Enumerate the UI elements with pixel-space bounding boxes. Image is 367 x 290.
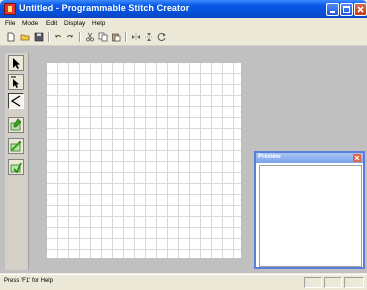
- menu-help[interactable]: Help: [92, 20, 105, 27]
- app-icon[interactable]: [4, 3, 16, 15]
- select-arrow-tool[interactable]: [8, 55, 24, 71]
- edit-tool-2-icon: [10, 140, 22, 152]
- menu-mode[interactable]: Mode: [22, 20, 38, 27]
- toolbar-separator: [48, 32, 50, 42]
- menu-bar: File Mode Edit Display Help: [0, 18, 367, 29]
- menu-file[interactable]: File: [5, 20, 15, 27]
- edit-tool-1-icon: [10, 118, 22, 131]
- edit-tool-3-icon: [10, 162, 22, 174]
- minimize-button[interactable]: [326, 3, 339, 16]
- copy-icon[interactable]: [98, 32, 108, 42]
- open-folder-icon[interactable]: [20, 32, 30, 42]
- menu-edit[interactable]: Edit: [46, 20, 57, 27]
- point-arrow-icon: [11, 76, 19, 88]
- edit-tool-2[interactable]: [8, 138, 24, 154]
- status-pane-3: [344, 277, 364, 288]
- window-title: Untitled - Programmable Stitch Creator: [19, 3, 190, 13]
- status-text: Press 'F1' for Help: [4, 278, 53, 284]
- close-icon: [354, 155, 360, 161]
- status-pane-1: [304, 277, 322, 288]
- preview-pane: [259, 165, 362, 267]
- status-pane-2: [324, 277, 342, 288]
- rotate-icon[interactable]: [157, 32, 167, 42]
- flip-horizontal-icon[interactable]: [131, 32, 141, 42]
- toolbar-separator: [125, 32, 127, 42]
- preview-close-button[interactable]: [353, 154, 361, 162]
- stitch-grid-canvas[interactable]: [47, 63, 241, 258]
- flip-vertical-icon[interactable]: [144, 32, 154, 42]
- save-icon[interactable]: [34, 32, 44, 42]
- preview-title-bar[interactable]: Preview: [256, 153, 363, 163]
- undo-icon[interactable]: [53, 32, 63, 42]
- new-file-icon[interactable]: [6, 32, 16, 42]
- zigzag-line-icon: [10, 95, 21, 107]
- toolbar-separator: [79, 32, 81, 42]
- edit-tool-3[interactable]: [8, 159, 24, 175]
- cut-icon[interactable]: [85, 32, 95, 42]
- menu-display[interactable]: Display: [64, 20, 85, 27]
- redo-icon[interactable]: [65, 32, 75, 42]
- app-window: Untitled - Programmable Stitch Creator F…: [0, 0, 367, 290]
- select-arrow-icon: [13, 58, 20, 69]
- toolbar: [0, 29, 367, 46]
- title-bar[interactable]: Untitled - Programmable Stitch Creator: [0, 0, 367, 18]
- status-bar: Press 'F1' for Help: [0, 274, 367, 290]
- maximize-button[interactable]: [340, 3, 353, 16]
- edit-tool-1[interactable]: [8, 117, 24, 133]
- point-arrow-tool[interactable]: [8, 74, 24, 90]
- preview-window: Preview: [254, 151, 365, 269]
- close-button[interactable]: [354, 3, 367, 16]
- tool-palette: [5, 53, 29, 270]
- paste-icon[interactable]: [111, 32, 121, 42]
- zigzag-line-tool[interactable]: [8, 93, 24, 109]
- preview-title: Preview: [258, 154, 281, 160]
